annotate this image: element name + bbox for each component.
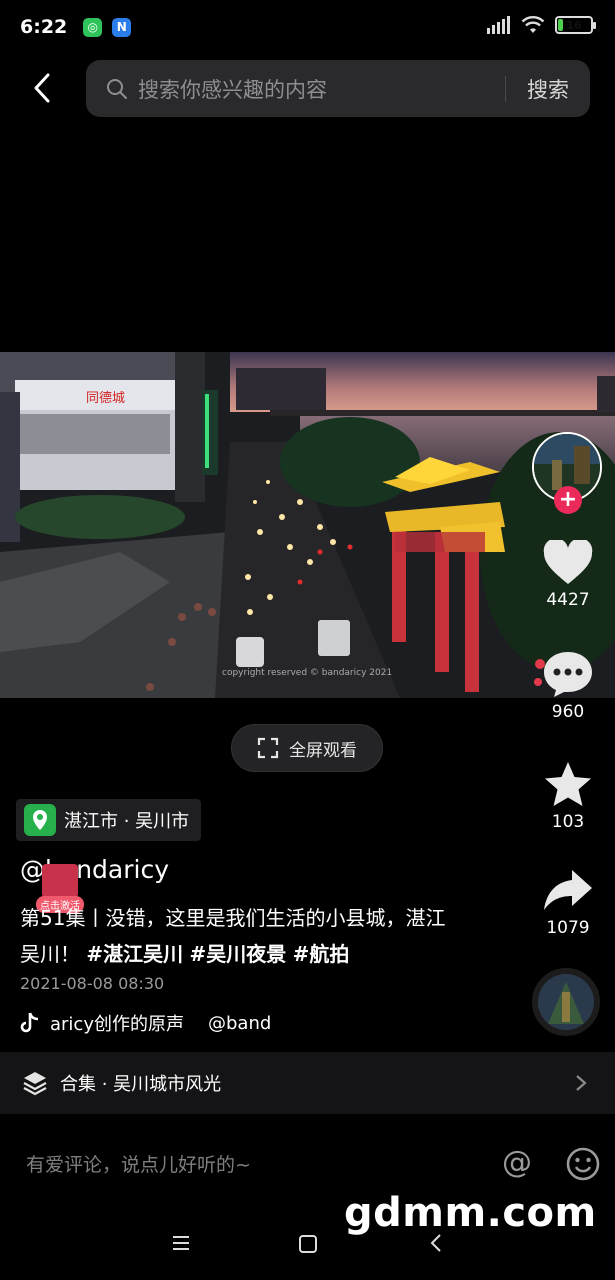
share-count: 1079 (546, 918, 590, 938)
favorite-button[interactable]: 103 (528, 760, 608, 832)
layers-icon (23, 1072, 47, 1096)
favorite-count: 103 (551, 812, 585, 832)
heart-icon (543, 540, 593, 584)
like-button[interactable]: 4427 (528, 540, 608, 610)
chevron-left-icon (34, 73, 50, 103)
comment-icon (544, 652, 592, 697)
status-bar: 6:22 ◎ N 16 (0, 0, 615, 54)
wifi-icon (521, 16, 545, 33)
location-tag[interactable]: 湛江市 · 吴川市 (16, 799, 202, 841)
video-frame: 同德城 (0, 352, 615, 698)
status-icons: 16 (487, 16, 596, 34)
hashtag[interactable]: #航拍 (293, 942, 350, 966)
fullscreen-icon (257, 737, 279, 759)
comment-count: 960 (551, 702, 585, 722)
nav-back-icon[interactable] (428, 1232, 444, 1254)
back-button[interactable] (22, 68, 62, 108)
music-disc-icon[interactable] (532, 968, 600, 1036)
search-bar[interactable]: 搜索你感兴趣的内容 搜索 (86, 60, 590, 117)
search-button[interactable]: 搜索 (506, 74, 590, 104)
collection-label: 合集 · 吴川城市风光 (60, 1074, 222, 1095)
location-pin-icon (24, 804, 56, 836)
comment-button[interactable]: 960 (528, 650, 608, 722)
collection-bar[interactable]: 合集 · 吴川城市风光 (0, 1052, 615, 1114)
hashtag[interactable]: #吴川夜景 (189, 942, 286, 966)
search-icon (106, 77, 130, 101)
battery-icon: 16 (555, 16, 596, 34)
system-nav-bar (0, 1212, 615, 1280)
hashtag[interactable]: #湛江吴川 (86, 942, 183, 966)
status-time: 6:22 (20, 16, 68, 38)
home-icon[interactable] (298, 1234, 318, 1254)
location-label: 湛江市 · 吴川市 (64, 811, 190, 832)
star-icon (545, 762, 591, 806)
wechat-notification-icon: ◎ (83, 17, 103, 37)
follow-button[interactable]: + (554, 486, 582, 514)
red-envelope-icon (42, 864, 78, 898)
video-watermark: copyright reserved © bandaricy 2021 (222, 668, 393, 678)
post-caption: 第51集丨没错，这里是我们生活的小县城，湛江吴川！ #湛江吴川 #吴川夜景 #航… (20, 900, 460, 972)
mention-icon[interactable]: @ (502, 1145, 532, 1180)
building-sign: 同德城 (86, 391, 125, 406)
fullscreen-label: 全屏观看 (289, 740, 357, 761)
music-note-icon (20, 1012, 39, 1033)
app-notification-icon: N (112, 17, 132, 37)
music-mention: @band (207, 1012, 272, 1034)
post-time: 2021-08-08 08:30 (20, 974, 165, 993)
music-title: aricy创作的原声 (50, 1014, 184, 1035)
comment-input[interactable]: 有爱评论，说点儿好听的~ (26, 1150, 251, 1177)
battery-level: 16 (566, 18, 582, 32)
share-icon (544, 870, 592, 910)
share-button[interactable]: 1079 (528, 868, 608, 938)
music-row[interactable]: aricy创作的原声 @band (20, 1010, 271, 1036)
video-player[interactable]: 同德城 copyright reserved © bandaricy 2021 (0, 352, 615, 698)
search-input[interactable]: 搜索你感兴趣的内容 (138, 74, 505, 104)
menu-icon[interactable] (171, 1234, 191, 1252)
like-count: 4427 (546, 590, 590, 610)
emoji-icon[interactable] (565, 1146, 601, 1182)
fullscreen-button[interactable]: 全屏观看 (231, 724, 383, 772)
chevron-right-icon (576, 1075, 587, 1091)
signal-icon (487, 16, 510, 34)
